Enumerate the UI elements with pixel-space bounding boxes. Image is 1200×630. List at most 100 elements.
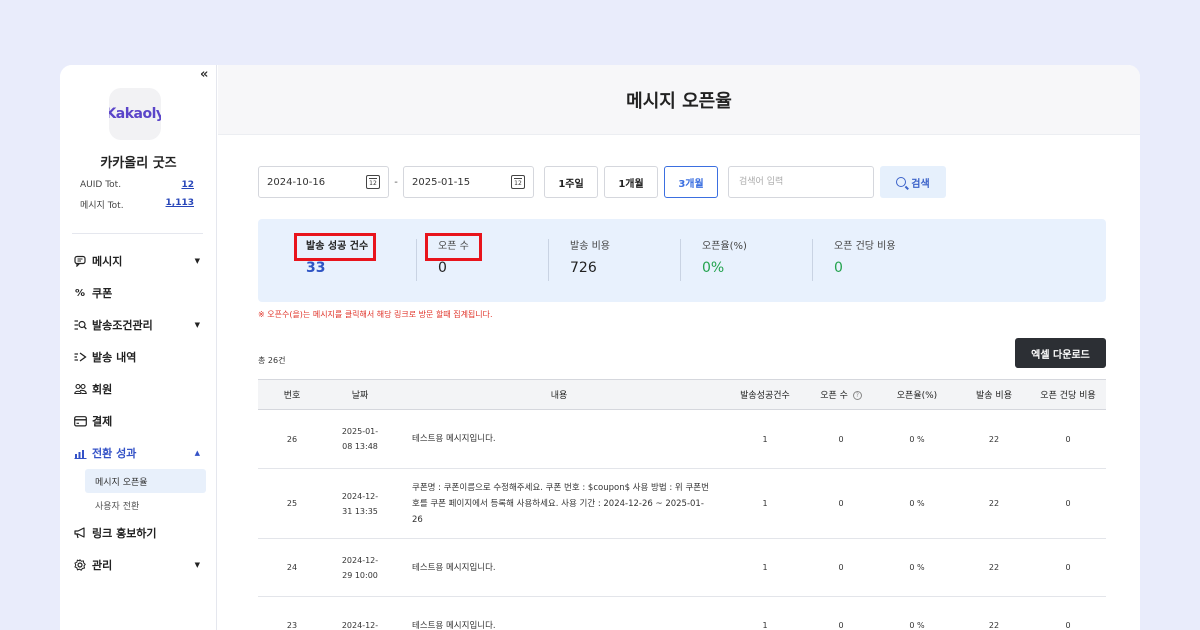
period-1week-button[interactable]: 1주일 (544, 166, 598, 198)
summary-value: 33 (306, 260, 326, 276)
summary-value: 726 (570, 260, 597, 276)
date-line: 29 10:00 (342, 570, 378, 580)
cell-cpo: 0 (1065, 499, 1071, 508)
stat-value-link[interactable]: 1,113 (166, 198, 194, 211)
highlight-box (294, 233, 376, 261)
percent-icon: % (74, 287, 86, 299)
page-title: 메시지 오픈율 (626, 90, 732, 112)
cell-sent: 1 (762, 499, 768, 508)
sidebar-item-label: 쿠폰 (92, 287, 113, 300)
sidebar-item-send-history[interactable]: 발송 내역 (72, 341, 206, 373)
cell-opens: 0 (838, 499, 844, 508)
cell-cost: 22 (988, 434, 1000, 444)
sidebar-divider (72, 233, 203, 234)
cell-rate: 0 % (909, 621, 925, 630)
stat-value-link[interactable]: 12 (181, 180, 194, 190)
search-button[interactable]: 검색 (880, 166, 946, 198)
cell-date: 2024-12- (326, 618, 394, 630)
summary-panel: 발송 성공 건수 33 오픈 수 0 발송 비용 726 오픈율(%) 0% 오… (258, 219, 1106, 302)
total-count: 총 26건 (258, 356, 286, 365)
sidebar-item-message[interactable]: 메시지 ▼ (72, 245, 206, 277)
summary-value: 0% (702, 260, 725, 276)
sidebar-item-send-conditions[interactable]: 발송조건관리 ▼ (72, 309, 206, 341)
cell-no: 26 (286, 434, 298, 444)
column-header: 오픈 건당 비용 (1040, 391, 1096, 401)
cell-cost: 22 (988, 499, 1000, 508)
date-line: 08 13:48 (342, 442, 378, 451)
message-icon (72, 255, 88, 267)
column-header: 발송 비용 (976, 391, 1012, 401)
period-3month-button[interactable]: 3개월 (664, 166, 718, 198)
column-header: 오픈 수 (820, 391, 848, 401)
main-content: 메시지 오픈율 2024-10-16 12 - 2025-01-15 12 1주… (218, 65, 1140, 630)
sidebar-item-label: 전환 성과 (92, 447, 137, 460)
stat-auid: AUID Tot. 12 (80, 180, 194, 190)
sidebar-item-label: 회원 (92, 383, 113, 396)
submenu-item-open-rate[interactable]: 메시지 오픈율 (85, 469, 206, 493)
send-history-icon (72, 351, 88, 363)
summary-divider (812, 239, 813, 281)
members-icon (72, 383, 88, 395)
shop-logo: Kakaoly (109, 88, 161, 140)
cell-sent: 1 (762, 563, 768, 572)
search-input[interactable] (728, 166, 874, 198)
summary-label: 발송 비용 (570, 241, 610, 252)
cell-cost: 22 (988, 621, 1000, 630)
summary-divider (680, 239, 681, 281)
date-line: 2024-12- (341, 621, 379, 630)
sidebar-item-link-promo[interactable]: 링크 홍보하기 (72, 517, 206, 549)
date-line: 2024-12- (341, 555, 379, 565)
collapse-sidebar-icon[interactable]: « (200, 67, 208, 82)
sidebar-item-manage[interactable]: 관리 ▼ (72, 549, 206, 581)
column-header: 오픈율(%) (896, 391, 938, 401)
stat-messages: 메시지 Tot. 1,113 (80, 198, 194, 211)
sidebar-item-conversion[interactable]: 전환 성과 ▲ (72, 437, 206, 469)
stat-label: AUID Tot. (80, 180, 122, 190)
date-range-dash: - (394, 176, 398, 188)
table-header: 번호 날짜 내용 발송성공건수 오픈 수 ? 오픈율(%) 발송 비용 오픈 건… (258, 379, 1106, 410)
app-window: « Kakaoly 카카올리 굿즈 AUID Tot. 12 메시지 Tot. … (60, 65, 1140, 630)
table-row[interactable]: 26 2025-01- 08 13:48 테스트용 메시지입니다. 1 0 0 %… (258, 410, 1106, 469)
submenu-item-user-conversion[interactable]: 사용자 전환 (85, 493, 206, 517)
table-row[interactable]: 24 2024-12- 29 10:00 테스트용 메시지입니다. 1 0 0 %… (258, 539, 1106, 597)
shop-name: 카카올리 굿즈 (100, 156, 177, 171)
start-date-value: 2024-10-16 (267, 176, 326, 188)
cell-content: 테스트용 메시지입니다. (412, 434, 496, 444)
cell-sent: 1 (762, 434, 768, 444)
column-header: 번호 (283, 391, 301, 401)
filter-bar: 2024-10-16 12 - 2025-01-15 12 1주일 1개월 3개… (258, 166, 946, 198)
logo-text: Kakaoly (109, 106, 161, 122)
sidebar-item-coupon[interactable]: % 쿠폰 (72, 277, 206, 309)
cell-cost: 22 (988, 563, 1000, 572)
caret-down-icon: ▼ (194, 321, 200, 329)
sidebar: « Kakaoly 카카올리 굿즈 AUID Tot. 12 메시지 Tot. … (60, 65, 217, 630)
period-1month-button[interactable]: 1개월 (604, 166, 658, 198)
cell-no: 25 (286, 499, 298, 508)
date-line: 2025-01- (341, 427, 379, 436)
summary-value: 0 (834, 260, 843, 276)
cell-rate: 0 % (909, 434, 925, 444)
calendar-icon[interactable]: 12 (511, 175, 525, 189)
cell-cpo: 0 (1065, 434, 1071, 444)
cell-opens: 0 (838, 563, 844, 572)
cell-content: 쿠폰명 : 쿠폰이름으로 수정해주세요. 쿠폰 번호 : $coupon$ 사용… (412, 482, 709, 525)
highlight-box (425, 233, 482, 261)
sidebar-item-label: 링크 홍보하기 (92, 527, 157, 540)
search-button-label: 검색 (911, 178, 930, 190)
cell-date: 2024-12- 29 10:00 (326, 553, 394, 583)
column-header-opens: 오픈 수 ? (806, 388, 876, 401)
end-date-input[interactable]: 2025-01-15 12 (403, 166, 534, 198)
table-row[interactable]: 25 2024-12- 31 13:35 쿠폰명 : 쿠폰이름으로 수정해주세요.… (258, 469, 1106, 539)
summary-open-rate: 오픈율(%) 0% (702, 237, 747, 276)
column-header: 발송성공건수 (740, 391, 790, 401)
sidebar-item-payment[interactable]: 결제 (72, 405, 206, 437)
sidebar-item-members[interactable]: 회원 (72, 373, 206, 405)
help-icon[interactable]: ? (852, 391, 862, 400)
start-date-input[interactable]: 2024-10-16 12 (258, 166, 389, 198)
sidebar-item-label: 발송조건관리 (92, 319, 153, 332)
excel-download-button[interactable]: 엑셀 다운로드 (1015, 338, 1106, 368)
calendar-icon[interactable]: 12 (366, 175, 380, 189)
table-row[interactable]: 23 2024-12- 테스트용 메시지입니다. 1 0 0 % 22 0 (258, 597, 1106, 630)
summary-label: 오픈 건당 비용 (834, 241, 896, 252)
search-icon (896, 177, 907, 187)
